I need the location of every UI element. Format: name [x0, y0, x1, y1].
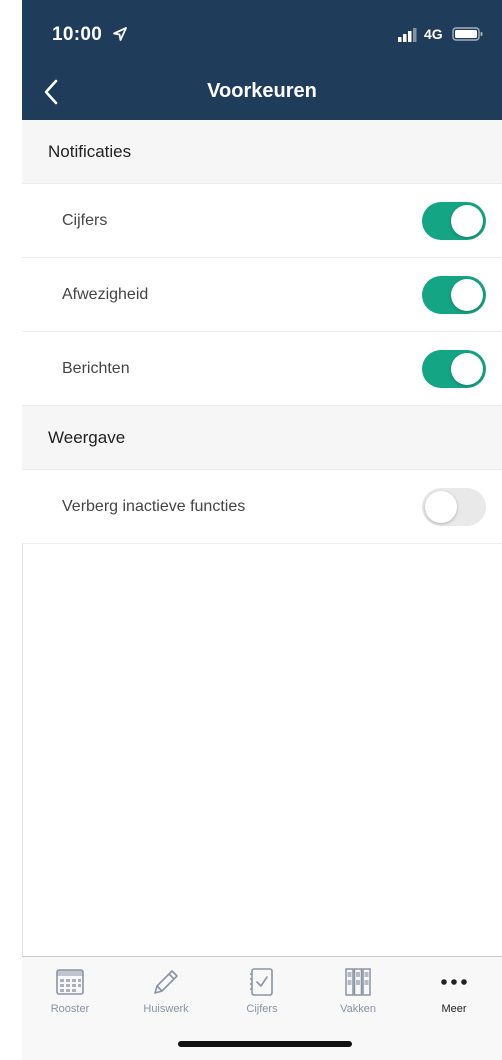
setting-row-verberg-inactieve-functies: Verberg inactieve functies: [22, 470, 502, 544]
gradebook-icon: [245, 967, 279, 997]
setting-row-cijfers: Cijfers: [22, 184, 502, 258]
section-header-notificaties: Notificaties: [22, 120, 502, 184]
more-icon: [437, 967, 471, 997]
location-arrow-icon: [113, 27, 127, 41]
tab-bar: Rooster Huiswerk Cijfers Vakken Meer: [22, 956, 502, 1060]
toggle-knob: [451, 352, 483, 385]
tab-label: Meer: [441, 1003, 467, 1015]
toggle-knob: [425, 490, 457, 523]
page-title: Voorkeuren: [207, 80, 317, 102]
network-type: 4G: [424, 26, 443, 42]
app-header: 10:00 4G Voorkeuren: [22, 0, 502, 120]
setting-row-berichten: Berichten: [22, 332, 502, 406]
tab-label: Rooster: [50, 1003, 90, 1015]
status-time: 10:00: [52, 24, 103, 45]
signal-strength-icon: [398, 28, 417, 42]
setting-row-afwezigheid: Afwezigheid: [22, 258, 502, 332]
setting-label: Berichten: [62, 359, 130, 377]
tab-meer[interactable]: Meer: [406, 957, 502, 1027]
tab-vakken[interactable]: Vakken: [310, 957, 406, 1027]
cijfers-toggle[interactable]: [422, 201, 486, 240]
tab-list: Rooster Huiswerk Cijfers Vakken Meer: [22, 957, 502, 1027]
home-indicator: [178, 1041, 352, 1047]
setting-label: Afwezigheid: [62, 285, 149, 303]
verberg-inactieve-functies-toggle[interactable]: [422, 487, 486, 526]
battery-icon: [452, 27, 483, 41]
tab-label: Huiswerk: [143, 1003, 189, 1015]
setting-label: Cijfers: [62, 211, 108, 229]
navigation-bar: Voorkeuren: [22, 70, 502, 120]
tab-cijfers[interactable]: Cijfers: [214, 957, 310, 1027]
phone-screen: 10:00 4G Voorkeuren Notificaties Cijfers…: [22, 0, 502, 1060]
settings-list: Notificaties Cijfers Afwezigheid Bericht…: [22, 120, 502, 544]
section-header-weergave: Weergave: [22, 406, 502, 470]
binders-icon: [341, 967, 375, 997]
setting-label: Verberg inactieve functies: [62, 497, 246, 515]
calendar-icon: [53, 967, 87, 997]
tab-huiswerk[interactable]: Huiswerk: [118, 957, 214, 1027]
pencil-icon: [149, 967, 183, 997]
toggle-knob: [451, 278, 483, 311]
tab-label: Vakken: [340, 1003, 376, 1015]
screen-frame: 10:00 4G Voorkeuren Notificaties Cijfers…: [0, 0, 502, 1060]
tab-rooster[interactable]: Rooster: [22, 957, 118, 1027]
afwezigheid-toggle[interactable]: [422, 275, 486, 314]
tab-label: Cijfers: [246, 1003, 278, 1015]
berichten-toggle[interactable]: [422, 349, 486, 388]
toggle-knob: [451, 204, 483, 237]
status-bar: 10:00 4G: [22, 0, 502, 70]
